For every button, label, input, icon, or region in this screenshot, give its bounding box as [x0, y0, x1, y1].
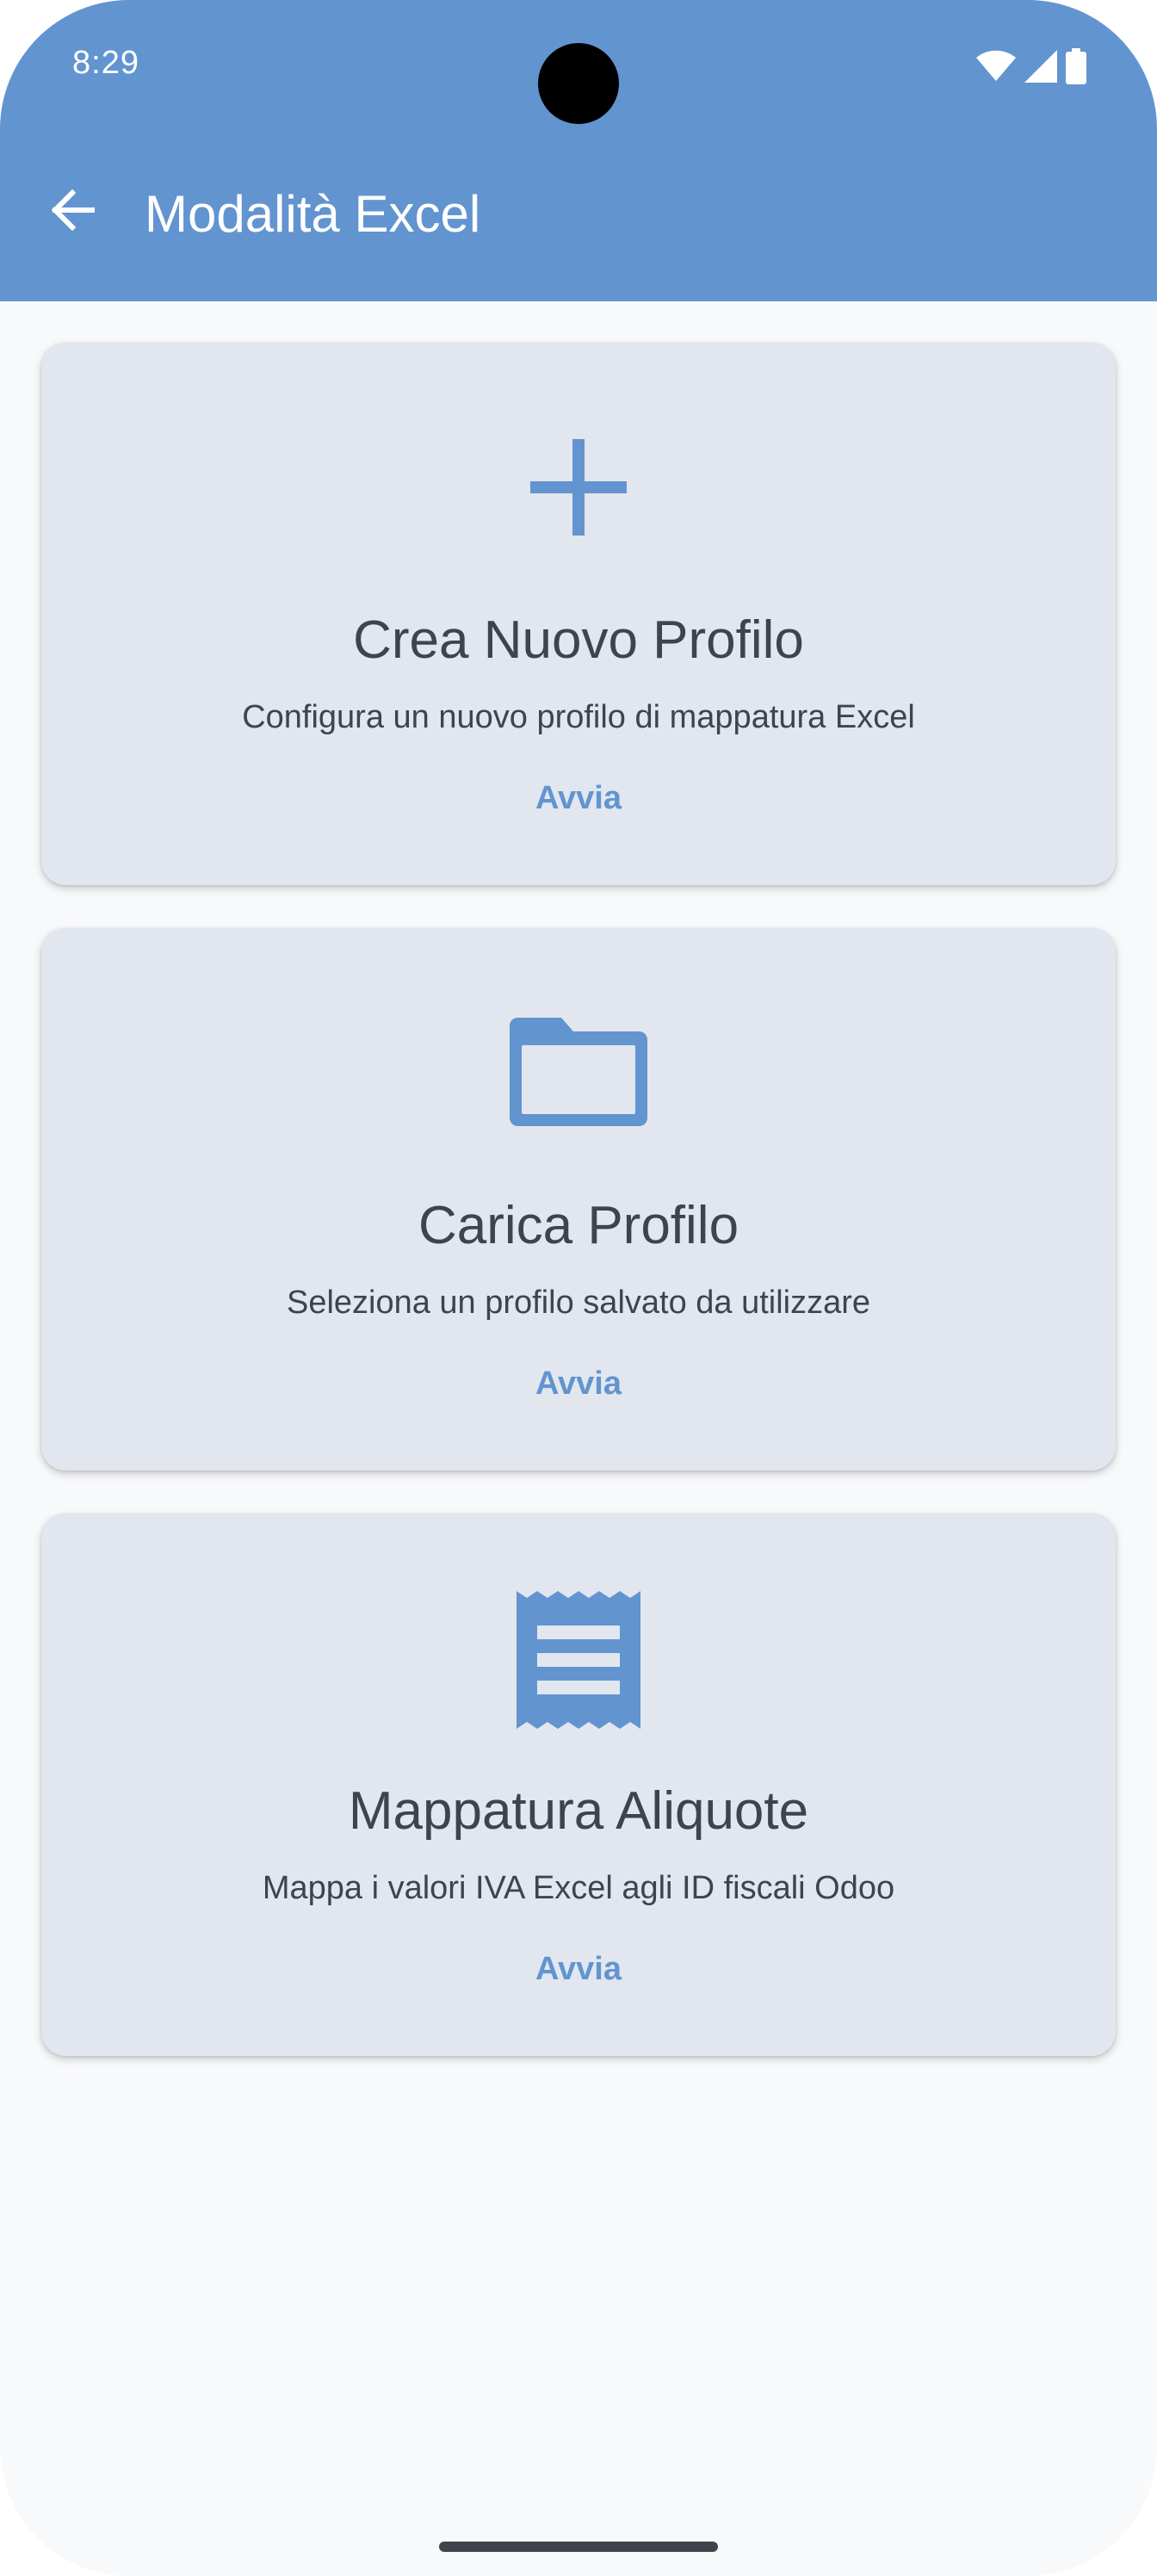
start-button[interactable]: Avvia	[522, 1944, 635, 1995]
card-title: Carica Profilo	[418, 1196, 739, 1255]
top-app-bar: 8:29 Modalità Excel	[0, 0, 1157, 301]
screen: 8:29 Modalità Excel Crea Nuovo Profilo C…	[0, 0, 1157, 2576]
card-title: Mappatura Aliquote	[348, 1781, 809, 1841]
card-subtitle: Seleziona un profilo salvato da utilizza…	[286, 1285, 871, 1321]
status-icons	[976, 48, 1086, 84]
cell-signal-icon	[1024, 50, 1057, 83]
card-subtitle: Configura un nuovo profilo di mappatura …	[242, 699, 915, 735]
load-profile-card[interactable]: Carica Profilo Seleziona un profilo salv…	[41, 928, 1116, 1471]
card-title: Crea Nuovo Profilo	[353, 610, 804, 670]
wifi-icon	[976, 50, 1016, 81]
arrow-left-icon	[51, 189, 95, 231]
tax-mapping-card[interactable]: Mappatura Aliquote Mappa i valori IVA Ex…	[41, 1514, 1116, 2056]
battery-icon	[1066, 48, 1086, 84]
start-button[interactable]: Avvia	[522, 1359, 635, 1409]
receipt-icon	[517, 1591, 640, 1729]
plus-icon	[530, 439, 627, 536]
camera-cutout	[538, 43, 619, 124]
folder-icon	[510, 1018, 647, 1126]
back-button[interactable]	[41, 179, 103, 241]
start-button[interactable]: Avvia	[522, 773, 635, 824]
page-title: Modalità Excel	[145, 185, 481, 243]
home-indicator[interactable]	[439, 2542, 718, 2552]
status-time: 8:29	[72, 45, 139, 81]
create-profile-card[interactable]: Crea Nuovo Profilo Configura un nuovo pr…	[41, 343, 1116, 885]
card-subtitle: Mappa i valori IVA Excel agli ID fiscali…	[262, 1870, 895, 1906]
